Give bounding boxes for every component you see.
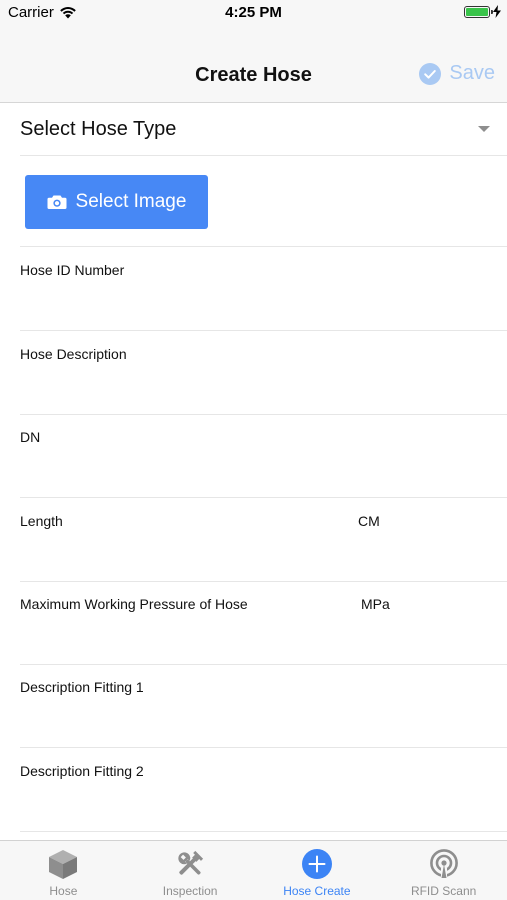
hose-type-picker[interactable]: Select Hose Type: [20, 104, 507, 156]
tab-rfid-scann-label: RFID Scann: [410, 884, 477, 898]
rfid-icon: [427, 847, 461, 881]
battery-icon: [464, 5, 493, 18]
max-pressure-input[interactable]: [20, 617, 320, 653]
max-pressure-label: Maximum Working Pressure of Hose: [20, 596, 248, 612]
fitting-1-input[interactable]: [20, 700, 320, 736]
dn-input[interactable]: [20, 450, 320, 486]
fitting-1-label: Description Fitting 1: [20, 679, 144, 695]
navigation-bar: Create Hose Save: [0, 26, 507, 103]
save-button-label: Save: [449, 62, 495, 84]
tools-icon: [173, 847, 207, 881]
length-label: Length: [20, 513, 63, 529]
hose-id-label: Hose ID Number: [20, 262, 125, 278]
length-input[interactable]: [20, 534, 320, 570]
tab-inspection-label: Inspection: [162, 884, 218, 898]
fitting-2-field[interactable]: Description Fitting 2: [20, 748, 507, 832]
fitting-2-input[interactable]: [20, 784, 320, 820]
hose-description-field[interactable]: Hose Description: [20, 331, 507, 415]
status-time: 4:25 PM: [225, 4, 282, 21]
tab-hose-create[interactable]: Hose Create: [254, 841, 381, 900]
charging-bolt-icon: [493, 5, 501, 18]
save-button[interactable]: Save: [419, 62, 495, 85]
tab-bar: Hose Inspection Hose Create RFID Scann: [0, 840, 507, 900]
select-image-label: Select Image: [75, 191, 187, 212]
hose-type-label: Select Hose Type: [20, 118, 177, 140]
tab-rfid-scann[interactable]: RFID Scann: [380, 841, 507, 900]
fitting-2-label: Description Fitting 2: [20, 763, 144, 779]
status-bar: Carrier 4:25 PM: [0, 0, 507, 26]
camera-icon: [47, 195, 67, 209]
fitting-1-field[interactable]: Description Fitting 1: [20, 664, 507, 748]
hose-id-input[interactable]: [20, 283, 320, 319]
max-pressure-field[interactable]: Maximum Working Pressure of Hose MPa: [20, 581, 507, 665]
tab-inspection[interactable]: Inspection: [127, 841, 254, 900]
tab-hose[interactable]: Hose: [0, 841, 127, 900]
length-field[interactable]: Length CM: [20, 498, 507, 582]
check-circle-icon: [419, 62, 442, 85]
tab-hose-label: Hose: [49, 884, 78, 898]
hose-id-field[interactable]: Hose ID Number: [20, 247, 507, 331]
caret-down-icon: [478, 126, 490, 132]
pressure-unit: MPa: [361, 596, 390, 612]
dn-field[interactable]: DN: [20, 414, 507, 498]
plus-circle-icon: [300, 847, 334, 881]
battery-indicator: [464, 5, 501, 18]
tab-hose-create-label: Hose Create: [283, 884, 351, 898]
dn-label: DN: [20, 429, 41, 445]
length-unit: CM: [358, 513, 380, 529]
hose-description-label: Hose Description: [20, 346, 127, 362]
select-image-button[interactable]: Select Image: [25, 175, 208, 229]
cube-icon: [46, 847, 80, 881]
hose-description-input[interactable]: [20, 367, 320, 403]
